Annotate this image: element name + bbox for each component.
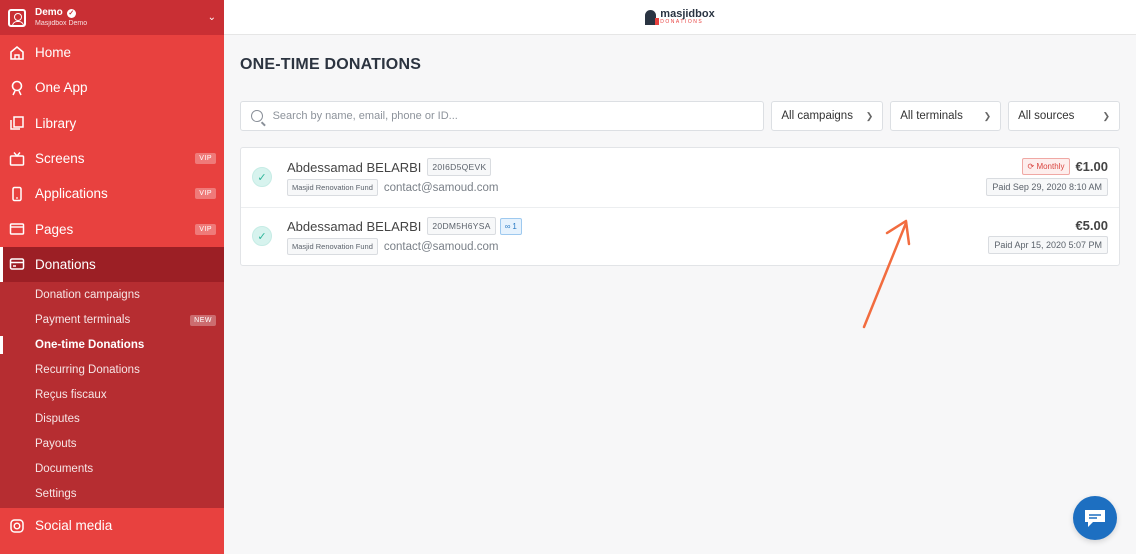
donation-id-badge: 20I6D5QEVK xyxy=(427,158,492,177)
recurring-badge: ⟳ Monthly xyxy=(1021,158,1071,176)
donations-submenu: Donation campaigns Payment terminals NEW … xyxy=(0,282,224,509)
sidebar-subitem-disputes[interactable]: Disputes xyxy=(0,407,224,432)
donor-email: contact@samoud.com xyxy=(383,181,499,194)
sidebar-subitem-documents[interactable]: Documents xyxy=(0,457,224,482)
new-badge: NEW xyxy=(190,314,216,326)
brand-tagline: DONATIONS xyxy=(660,19,704,25)
link-icon: ∞ xyxy=(504,221,511,231)
sidebar-subitem-settings[interactable]: Settings xyxy=(0,481,224,506)
filter-bar: All campaigns ❯ All terminals ❯ All sour… xyxy=(240,101,1120,131)
chat-button[interactable] xyxy=(1073,496,1117,540)
sidebar-subitem-payment-terminals[interactable]: Payment terminals NEW xyxy=(0,308,224,333)
sidebar-item-applications[interactable]: Applications VIP xyxy=(0,176,224,211)
annotation-arrow xyxy=(862,219,911,329)
account-switcher[interactable]: Demo ✓ Masjidbox Demo ⌄ xyxy=(0,0,224,35)
donation-row[interactable]: ✓ Abdessamad BELARBI 20DM5H6YSA ∞ 1 Masj… xyxy=(241,206,1119,266)
sidebar-item-home[interactable]: Home xyxy=(0,35,224,70)
sidebar-item-pages[interactable]: Pages VIP xyxy=(0,211,224,246)
chevron-down-icon[interactable]: ⌄ xyxy=(208,12,216,23)
mosque-icon xyxy=(645,9,660,25)
sidebar-subitem-payouts[interactable]: Payouts xyxy=(0,432,224,457)
paid-date-badge: Paid Apr 15, 2020 5:07 PM xyxy=(988,236,1108,255)
check-icon: ✓ xyxy=(252,167,272,188)
page-title: ONE-TIME DONATIONS xyxy=(240,56,422,73)
user-icon xyxy=(8,8,26,27)
sources-select[interactable]: All sources ❯ xyxy=(1008,101,1120,131)
repeat-icon: ⟳ xyxy=(1027,162,1035,172)
main-content: ONE-TIME DONATIONS All campaigns ❯ All t… xyxy=(224,35,1136,554)
search-box[interactable] xyxy=(240,101,765,131)
sidebar-subitem-recus-fiscaux[interactable]: Reçus fiscaux xyxy=(0,382,224,407)
vip-badge: VIP xyxy=(195,223,216,235)
sidebar-subitem-one-time-donations[interactable]: One-time Donations xyxy=(0,333,224,358)
sidebar-item-donations[interactable]: Donations xyxy=(0,246,224,283)
search-input[interactable] xyxy=(272,110,754,122)
chat-icon xyxy=(1085,510,1105,527)
donation-row[interactable]: ✓ Abdessamad BELARBI 20I6D5QEVK Masjid R… xyxy=(241,148,1119,207)
check-icon: ✓ xyxy=(252,226,272,247)
fund-badge: Masjid Renovation Fund xyxy=(287,238,378,256)
paid-date-badge: Paid Sep 29, 2020 8:10 AM xyxy=(986,178,1108,197)
sidebar: Demo ✓ Masjidbox Demo ⌄ Home One App Lib… xyxy=(0,0,224,554)
sidebar-item-screens[interactable]: Screens VIP xyxy=(0,141,224,176)
sidebar-subitem-recurring-donations[interactable]: Recurring Donations xyxy=(0,357,224,382)
search-icon xyxy=(251,110,263,122)
account-subtitle: Masjidbox Demo xyxy=(35,20,88,27)
library-icon xyxy=(8,114,26,132)
home-icon xyxy=(8,44,26,62)
donor-email: contact@samoud.com xyxy=(383,240,499,253)
sidebar-item-library[interactable]: Library xyxy=(0,106,224,141)
campaigns-select[interactable]: All campaigns ❯ xyxy=(771,101,884,131)
sidebar-subitem-donation-campaigns[interactable]: Donation campaigns xyxy=(0,283,224,308)
donor-name: Abdessamad BELARBI xyxy=(287,218,422,234)
vip-badge: VIP xyxy=(195,153,216,165)
donor-name: Abdessamad BELARBI xyxy=(287,159,422,175)
linked-badge: ∞ 1 xyxy=(499,217,522,235)
sidebar-item-social-media[interactable]: Social media xyxy=(0,508,224,543)
verified-icon: ✓ xyxy=(66,8,76,18)
donation-amount: €5.00 xyxy=(1075,218,1108,234)
fund-badge: Masjid Renovation Fund xyxy=(287,179,378,197)
chevron-down-icon: ❯ xyxy=(865,110,874,121)
brand-logo[interactable]: masjidbox DONATIONS xyxy=(645,9,715,25)
terminals-select[interactable]: All terminals ❯ xyxy=(890,101,1002,131)
donation-amount: €1.00 xyxy=(1075,159,1108,175)
account-name: Demo xyxy=(35,7,63,18)
vip-badge: VIP xyxy=(195,188,216,200)
instagram-icon xyxy=(8,517,26,535)
phone-icon xyxy=(8,185,26,203)
card-icon xyxy=(8,255,26,273)
top-bar: masjidbox DONATIONS xyxy=(224,0,1136,35)
donation-id-badge: 20DM5H6YSA xyxy=(427,217,496,236)
sidebar-item-one-app[interactable]: One App xyxy=(0,70,224,105)
app-icon xyxy=(8,79,26,97)
donations-list: ✓ Abdessamad BELARBI 20I6D5QEVK Masjid R… xyxy=(240,147,1120,266)
page-icon xyxy=(8,220,26,238)
chevron-down-icon: ❯ xyxy=(983,110,992,121)
tv-icon xyxy=(8,150,26,168)
chevron-down-icon: ❯ xyxy=(1102,110,1110,121)
